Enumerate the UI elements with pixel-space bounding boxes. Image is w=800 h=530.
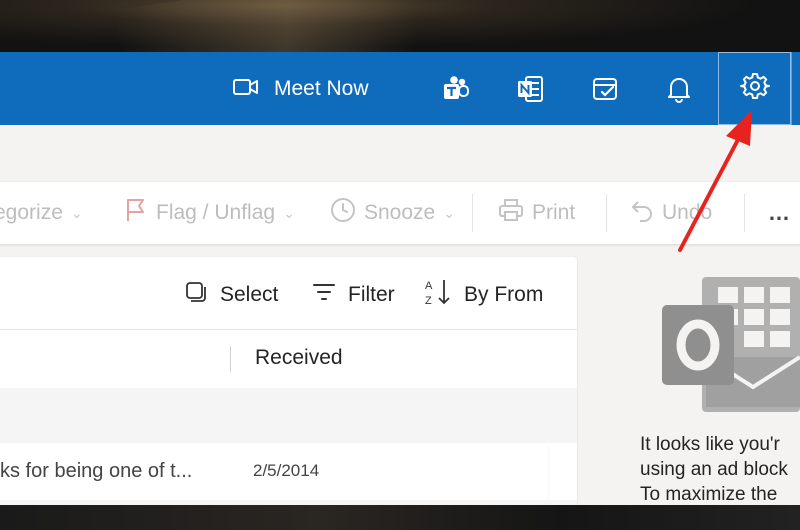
- svg-text:Z: Z: [425, 295, 432, 307]
- categorize-label: egorize: [0, 201, 63, 224]
- svg-text:A: A: [425, 280, 433, 292]
- adblock-message: It looks like you'r using an ad block To…: [640, 434, 788, 505]
- outlook-logo-icon: [662, 277, 800, 412]
- mail-snippet: ks for being one of t...: [0, 460, 193, 482]
- topbar-edge: [791, 52, 800, 125]
- background-photo-bottom: [0, 505, 800, 530]
- flag-unflag-button[interactable]: Flag / Unflag ⌄: [124, 182, 295, 244]
- undo-button[interactable]: Undo: [630, 182, 712, 244]
- message-list-panel: Select Filter AZ By From Received ks for…: [0, 257, 577, 505]
- undo-icon: [630, 198, 654, 228]
- filter-label: Filter: [348, 283, 395, 306]
- toolbar-divider: [606, 194, 607, 232]
- flag-unflag-label: Flag / Unflag: [156, 201, 276, 224]
- gear-icon: [739, 71, 770, 106]
- flag-icon: [124, 197, 148, 229]
- print-label: Print: [532, 201, 576, 224]
- background-photo-top: [0, 0, 800, 99]
- select-button[interactable]: Select: [184, 277, 278, 313]
- teams-icon[interactable]: [437, 70, 475, 108]
- chevron-down-icon: ⌄: [443, 204, 455, 221]
- onenote-icon[interactable]: [511, 70, 549, 108]
- video-camera-icon: [232, 76, 260, 103]
- column-divider[interactable]: [230, 346, 231, 372]
- settings-button[interactable]: [718, 52, 791, 125]
- select-label: Select: [220, 283, 279, 306]
- toolbar-divider: [744, 194, 745, 232]
- clock-icon: [330, 197, 356, 229]
- filter-icon: [312, 281, 336, 309]
- sort-button[interactable]: AZ By From: [424, 277, 543, 313]
- meet-now-label: Meet Now: [274, 77, 369, 100]
- meet-now-button[interactable]: Meet Now: [232, 72, 369, 106]
- printer-icon: [498, 198, 524, 228]
- snooze-label: Snooze: [364, 201, 436, 224]
- undo-label: Undo: [662, 201, 713, 224]
- command-toolbar: egorize ⌄ Flag / Unflag ⌄ Snooze ⌄ Print: [0, 182, 800, 244]
- print-button[interactable]: Print: [498, 182, 575, 244]
- top-bar: Meet Now: [0, 52, 800, 125]
- reading-pane: It looks like you'r using an ad block To…: [578, 257, 800, 505]
- more-label: …: [768, 200, 790, 225]
- select-icon: [184, 280, 208, 310]
- bell-icon[interactable]: [660, 70, 698, 108]
- more-options-button[interactable]: …: [768, 182, 790, 244]
- snooze-button[interactable]: Snooze ⌄: [330, 182, 455, 244]
- outlook-window: Meet Now egorize ⌄ Flag / Unflag ⌄ Snooz…: [0, 52, 800, 505]
- sort-label: By From: [464, 283, 544, 306]
- my-day-icon[interactable]: [586, 70, 624, 108]
- toolbar-divider: [472, 194, 473, 232]
- filter-button[interactable]: Filter: [312, 277, 395, 313]
- sort-az-icon: AZ: [424, 277, 452, 313]
- chevron-down-icon: ⌄: [70, 204, 83, 221]
- column-header: Received: [0, 329, 577, 389]
- mail-date: 2/5/2014: [253, 461, 320, 480]
- table-row[interactable]: ks for being one of t... 2/5/2014: [0, 443, 548, 501]
- categorize-button[interactable]: egorize ⌄: [0, 182, 83, 244]
- chevron-down-icon: ⌄: [283, 204, 295, 221]
- group-header: [0, 388, 577, 443]
- column-received[interactable]: Received: [255, 346, 343, 370]
